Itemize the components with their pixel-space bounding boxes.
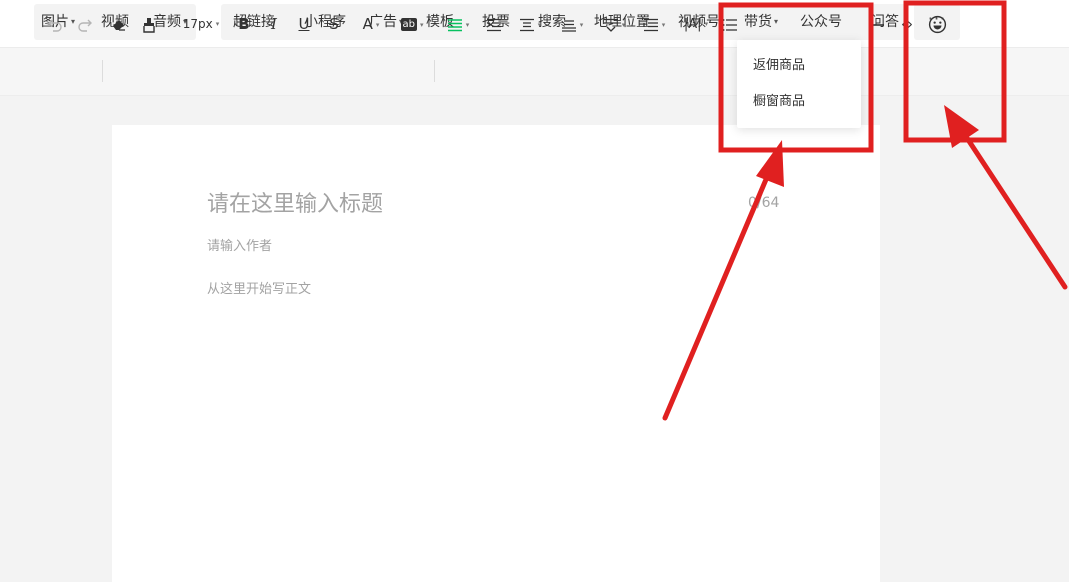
menu-sell-goods-label: 带货 xyxy=(744,14,772,30)
background-color-icon: ab xyxy=(400,18,417,31)
chevron-down-icon: ▾ xyxy=(774,17,779,26)
chevron-down-icon: ▾ xyxy=(579,21,584,29)
spacing-after-button[interactable]: ▾ xyxy=(556,12,588,36)
bold-icon: B xyxy=(238,15,250,33)
smiley-icon xyxy=(928,15,946,34)
letter-spacing-button[interactable]: |A| ▾ xyxy=(680,12,712,36)
chevron-down-icon: ▾ xyxy=(375,21,380,29)
emoji-button[interactable] xyxy=(926,12,948,36)
indent-icon xyxy=(486,18,501,31)
italic-icon: I xyxy=(271,15,277,33)
body-placeholder[interactable]: 从这里开始写正文 xyxy=(207,278,311,297)
line-height-icon xyxy=(603,18,618,32)
code-view-button[interactable]: ‹› xyxy=(896,12,918,36)
format-toolbar xyxy=(0,48,1069,96)
strikethrough-button[interactable]: S xyxy=(326,12,342,36)
clear-format-button[interactable] xyxy=(108,12,130,36)
bold-button[interactable]: B xyxy=(236,12,252,36)
font-size-value: 17px xyxy=(182,17,213,31)
line-height-button[interactable]: ▾ xyxy=(598,12,630,36)
toolbar-divider xyxy=(102,60,103,82)
undo-icon xyxy=(48,19,62,32)
list-icon xyxy=(722,18,737,31)
arrow-head-2 xyxy=(944,105,979,148)
list-button[interactable] xyxy=(720,12,740,36)
chevron-down-icon: ▾ xyxy=(465,21,470,29)
toolbar-divider xyxy=(434,60,435,82)
strikethrough-icon: S xyxy=(329,15,339,33)
list-indent-button[interactable]: ▾ xyxy=(638,12,670,36)
paint-brush-icon xyxy=(143,17,155,33)
editor-page: 0/64 从这里开始写正文 xyxy=(112,125,880,582)
chevron-down-icon: ▾ xyxy=(661,21,666,29)
font-color-icon: A xyxy=(362,15,373,33)
menu-official-account[interactable]: 公众号 xyxy=(800,4,842,40)
letter-spacing-icon: |A| xyxy=(683,17,702,32)
author-input[interactable] xyxy=(207,235,507,257)
indent-button[interactable] xyxy=(484,12,504,36)
horizontal-rule-button[interactable] xyxy=(868,12,888,36)
title-input[interactable] xyxy=(207,187,727,221)
title-char-count: 0/64 xyxy=(748,195,780,211)
align-left-button[interactable]: ▾ xyxy=(442,12,474,36)
redo-button[interactable] xyxy=(74,12,96,36)
dropdown-item-showcase-goods[interactable]: 橱窗商品 xyxy=(753,90,805,114)
redo-icon xyxy=(78,19,92,32)
italic-button[interactable]: I xyxy=(266,12,282,36)
font-color-button[interactable]: A ▾ xyxy=(356,12,386,36)
underline-button[interactable]: U xyxy=(296,12,312,36)
dropdown-item-commission-goods[interactable]: 返佣商品 xyxy=(753,54,805,78)
format-painter-button[interactable] xyxy=(138,12,160,36)
chevron-down-icon: ▾ xyxy=(537,21,542,29)
font-size-select[interactable]: 17px ▾ xyxy=(176,12,226,36)
chevron-down-icon: ▾ xyxy=(419,21,424,29)
code-icon: ‹› xyxy=(901,15,913,33)
menu-official-account-label: 公众号 xyxy=(800,14,842,30)
chevron-down-icon: ▾ xyxy=(215,20,220,28)
chevron-down-icon: ▾ xyxy=(704,20,709,28)
arrow-line-2 xyxy=(962,132,1068,290)
list-indent-icon xyxy=(643,18,658,31)
eraser-icon xyxy=(113,19,125,31)
undo-button[interactable] xyxy=(44,12,66,36)
background-color-button[interactable]: ab ▾ xyxy=(396,12,428,36)
align-left-icon xyxy=(447,18,462,31)
paragraph-spacing-icon xyxy=(519,18,534,31)
menu-sell-goods[interactable]: 带货 ▾ xyxy=(744,4,778,40)
spacing-after-icon xyxy=(561,19,576,32)
sell-goods-dropdown: 返佣商品 橱窗商品 xyxy=(737,40,861,128)
underline-icon: U xyxy=(298,15,310,33)
paragraph-spacing-button[interactable]: ▾ xyxy=(514,12,546,36)
chevron-down-icon: ▾ xyxy=(621,21,626,29)
horizontal-rule-icon xyxy=(872,23,884,26)
